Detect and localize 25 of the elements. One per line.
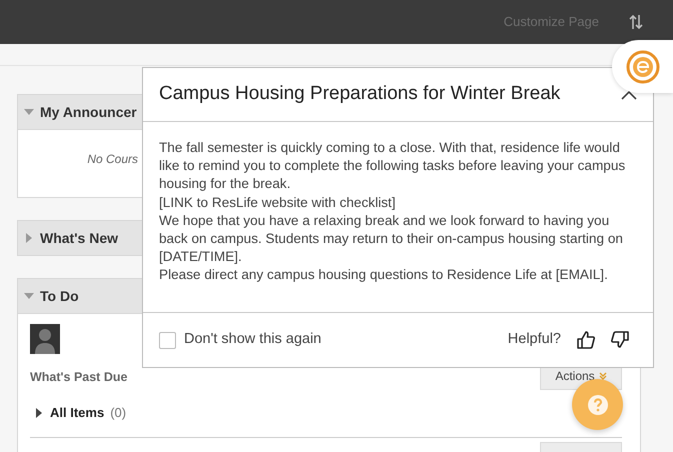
- paragraph: The fall semester is quickly coming to a close. With that, residence life would like to remind you to complete the following tasks before leaving your campus housing for the break.: [159, 139, 626, 194]
- close-icon[interactable]: [621, 90, 637, 100]
- logo-icon: [626, 50, 660, 84]
- module-title: To Do: [40, 286, 79, 306]
- helpful-label: Helpful?: [508, 330, 561, 350]
- thumbs-down-icon[interactable]: [611, 331, 629, 349]
- checkbox-label: Don't show this again: [184, 330, 322, 350]
- empty-message: No Cours: [87, 151, 138, 168]
- paragraph: Please direct any campus housing questions to Residence Life at [EMAIL].: [159, 266, 609, 284]
- chevron-icon: [598, 372, 607, 380]
- reorder-icon[interactable]: [629, 14, 643, 30]
- module-title: What's New: [40, 228, 118, 248]
- dialog-title: Campus Housing Preparations for Winter Break: [159, 83, 560, 106]
- checkbox[interactable]: [159, 332, 176, 348]
- question-icon: [586, 394, 608, 416]
- section-title: What's Past Due: [30, 369, 128, 386]
- thumbs-up-icon[interactable]: [577, 331, 595, 349]
- group-label: All Items: [50, 404, 104, 422]
- paragraph: [LINK to ResLife website with checklist]: [159, 194, 396, 212]
- module-title: My Announcer: [40, 102, 137, 122]
- expand-caret-icon[interactable]: [34, 408, 44, 418]
- avatar-icon: [30, 324, 60, 354]
- assistant-bubble[interactable]: [612, 40, 673, 93]
- paragraph: We hope that you have a relaxing break and we look forward to having you back on campus. Students may return to their on-campus housing starting on [DATE/TIME].: [159, 212, 624, 266]
- item-count: (0): [110, 404, 126, 422]
